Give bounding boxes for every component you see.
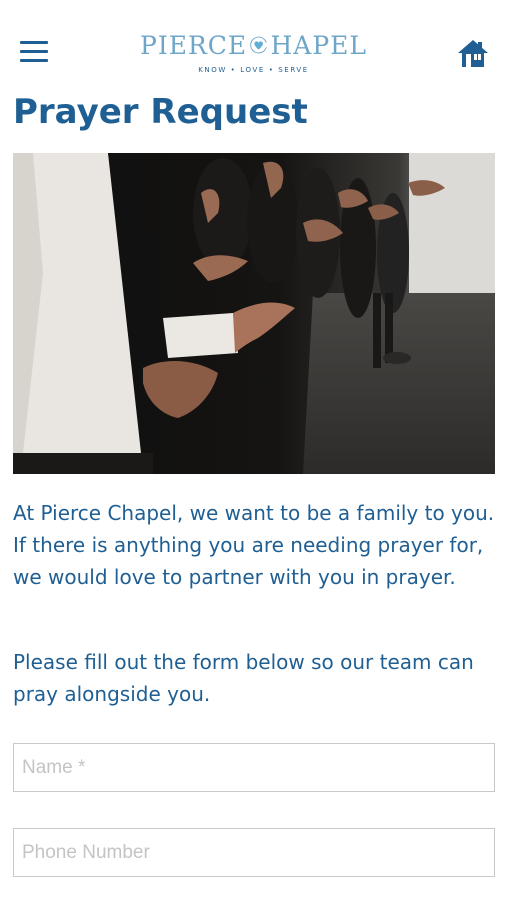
heart-c-logo-icon (250, 36, 268, 54)
logo-text-right: HAPEL (270, 30, 367, 60)
pierce-chapel-logo[interactable]: PIERCE HAPEL KNOW • LOVE • SERVE (140, 26, 367, 82)
intro-paragraph: At Pierce Chapel, we want to be a family… (13, 501, 495, 589)
logo-tagline: KNOW • LOVE • SERVE (198, 66, 309, 74)
hero-image-praying-hands (13, 153, 495, 474)
hero-photo (13, 153, 495, 474)
hamburger-menu-icon[interactable] (20, 41, 48, 63)
name-input[interactable] (13, 743, 495, 792)
logo-text-left: PIERCE (140, 30, 248, 60)
page-title: Prayer Request (13, 92, 308, 132)
phone-number-input[interactable] (13, 828, 495, 877)
instructions-paragraph: Please fill out the form below so our te… (13, 650, 474, 706)
home-icon[interactable] (457, 37, 489, 69)
logo-wordmark: PIERCE HAPEL (140, 26, 367, 64)
app-header: PIERCE HAPEL KNOW • LOVE • SERVE (0, 0, 507, 95)
